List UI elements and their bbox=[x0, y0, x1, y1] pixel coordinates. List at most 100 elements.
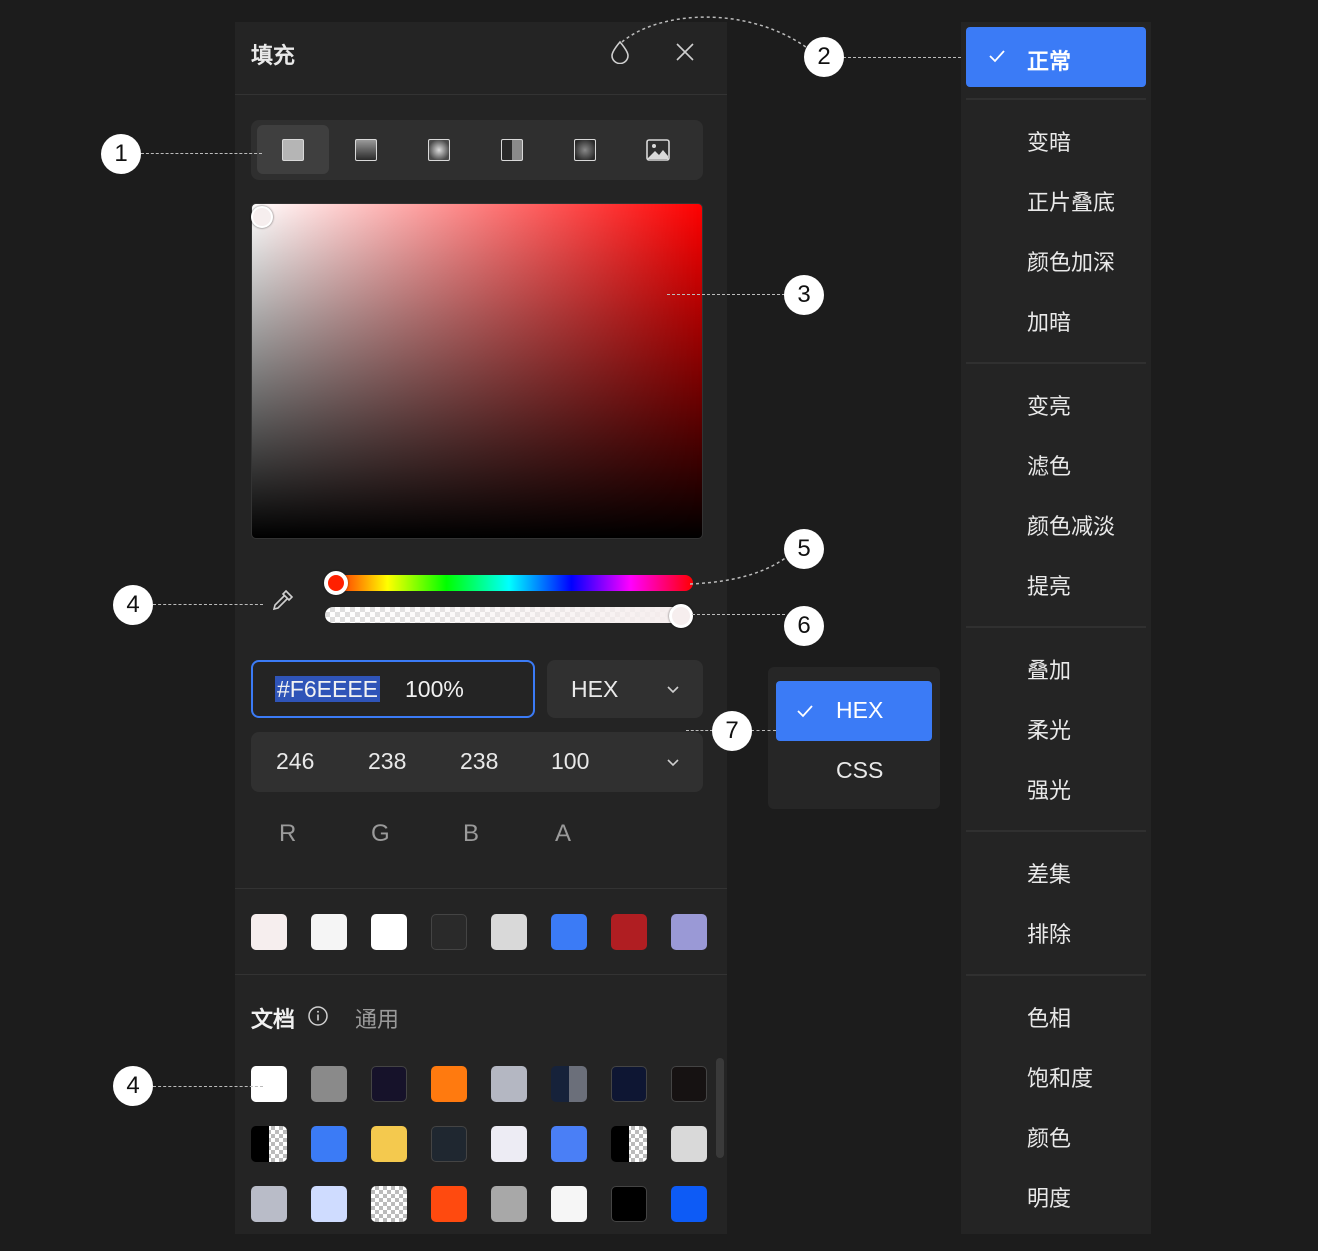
color-swatch[interactable] bbox=[491, 1126, 527, 1162]
color-swatch[interactable] bbox=[611, 1066, 647, 1102]
fill-type-linear[interactable] bbox=[330, 125, 402, 174]
fill-panel: 填充 #F6EEEE 100% HEX 246 238 238 100 R G … bbox=[235, 22, 727, 1234]
blend-mode-item[interactable]: 滤色 bbox=[1027, 449, 1071, 481]
hue-slider[interactable] bbox=[325, 575, 693, 591]
scrollbar[interactable] bbox=[716, 1058, 724, 1158]
color-swatch[interactable] bbox=[671, 914, 707, 950]
chevron-down-icon[interactable] bbox=[665, 754, 681, 770]
color-swatch[interactable] bbox=[671, 1066, 707, 1102]
alpha-label: A bbox=[555, 820, 572, 847]
callout-leader bbox=[667, 294, 785, 295]
green-label: G bbox=[371, 820, 390, 847]
alpha-channel-value[interactable]: 100 bbox=[551, 748, 589, 775]
format-item-css[interactable]: CSS bbox=[836, 757, 883, 784]
color-swatch[interactable] bbox=[491, 1066, 527, 1102]
color-swatch[interactable] bbox=[551, 914, 587, 950]
blue-value[interactable]: 238 bbox=[460, 748, 498, 775]
saturation-value-picker[interactable] bbox=[251, 203, 703, 539]
blend-mode-item[interactable]: 叠加 bbox=[1027, 653, 1071, 685]
color-swatch[interactable] bbox=[431, 1066, 467, 1102]
alpha-handle[interactable] bbox=[669, 604, 693, 628]
hex-input[interactable]: #F6EEEE 100% bbox=[251, 660, 535, 718]
eyedropper-icon[interactable] bbox=[269, 588, 295, 614]
color-swatch[interactable] bbox=[251, 1066, 287, 1102]
color-swatch[interactable] bbox=[371, 1126, 407, 1162]
menu-divider bbox=[966, 98, 1146, 100]
hex-value: #F6EEEE bbox=[275, 676, 380, 702]
color-swatch[interactable] bbox=[311, 1126, 347, 1162]
blend-mode-item[interactable]: 变亮 bbox=[1027, 389, 1071, 421]
red-label: R bbox=[279, 820, 297, 847]
color-swatch[interactable] bbox=[371, 1066, 407, 1102]
color-swatch[interactable] bbox=[431, 1126, 467, 1162]
fill-type-image[interactable] bbox=[622, 125, 694, 174]
color-swatch[interactable] bbox=[551, 1186, 587, 1222]
blend-mode-item[interactable]: 正片叠底 bbox=[1027, 185, 1115, 217]
color-swatch[interactable] bbox=[611, 914, 647, 950]
fill-type-radial[interactable] bbox=[403, 125, 475, 174]
blend-mode-item[interactable]: 颜色加深 bbox=[1027, 245, 1115, 277]
info-icon[interactable] bbox=[307, 1005, 329, 1027]
color-swatch[interactable] bbox=[311, 1066, 347, 1102]
color-swatch[interactable] bbox=[431, 914, 467, 950]
blend-item-selected[interactable]: 正常 bbox=[966, 27, 1146, 87]
fill-type-solid[interactable] bbox=[257, 125, 329, 174]
color-swatch[interactable] bbox=[611, 1126, 647, 1162]
divider bbox=[235, 94, 727, 95]
radial-gradient-icon bbox=[428, 138, 450, 161]
menu-divider bbox=[966, 362, 1146, 364]
callout-5: 5 bbox=[784, 529, 824, 569]
fill-type-angular[interactable] bbox=[476, 125, 548, 174]
color-swatch[interactable] bbox=[371, 914, 407, 950]
color-swatch[interactable] bbox=[671, 1126, 707, 1162]
tab-common[interactable]: 通用 bbox=[355, 1002, 399, 1034]
blue-label: B bbox=[463, 820, 480, 847]
color-swatch[interactable] bbox=[311, 914, 347, 950]
panel-title: 填充 bbox=[251, 43, 296, 68]
format-item-hex[interactable]: HEX bbox=[776, 681, 932, 741]
menu-divider bbox=[966, 626, 1146, 628]
sv-handle[interactable] bbox=[251, 206, 273, 228]
color-swatch[interactable] bbox=[551, 1126, 587, 1162]
callout-leader bbox=[686, 730, 713, 731]
color-swatch[interactable] bbox=[251, 1186, 287, 1222]
blend-mode-item[interactable]: 颜色 bbox=[1027, 1121, 1071, 1153]
color-swatch[interactable] bbox=[671, 1186, 707, 1222]
callout-leader bbox=[621, 16, 811, 51]
angular-gradient-icon bbox=[501, 138, 523, 161]
format-hex-label: HEX bbox=[836, 697, 884, 723]
blend-mode-item[interactable]: 柔光 bbox=[1027, 713, 1071, 745]
hue-handle[interactable] bbox=[324, 571, 348, 595]
red-value[interactable]: 246 bbox=[276, 748, 314, 775]
blend-mode-item[interactable]: 变暗 bbox=[1027, 125, 1071, 157]
blend-mode-item[interactable]: 加暗 bbox=[1027, 305, 1071, 337]
blend-mode-item[interactable]: 饱和度 bbox=[1027, 1061, 1093, 1093]
alpha-slider[interactable] bbox=[325, 607, 693, 623]
diamond-gradient-icon bbox=[574, 138, 596, 161]
green-value[interactable]: 238 bbox=[368, 748, 406, 775]
blend-mode-item[interactable]: 差集 bbox=[1027, 857, 1071, 889]
blend-mode-item[interactable]: 颜色减淡 bbox=[1027, 509, 1115, 541]
color-swatch[interactable] bbox=[491, 1186, 527, 1222]
color-swatch[interactable] bbox=[251, 914, 287, 950]
color-format-select[interactable]: HEX bbox=[547, 660, 703, 718]
color-swatch[interactable] bbox=[611, 1186, 647, 1222]
blend-mode-item[interactable]: 明度 bbox=[1027, 1181, 1071, 1213]
color-swatch[interactable] bbox=[251, 1126, 287, 1162]
callout-leader bbox=[153, 1086, 263, 1087]
blend-mode-item[interactable]: 色相 bbox=[1027, 1001, 1071, 1033]
color-swatch[interactable] bbox=[551, 1066, 587, 1102]
color-swatch[interactable] bbox=[491, 914, 527, 950]
callout-4: 4 bbox=[113, 1066, 153, 1106]
blend-mode-item[interactable]: 提亮 bbox=[1027, 569, 1071, 601]
format-menu: HEX CSS bbox=[768, 667, 940, 809]
tab-document[interactable]: 文档 bbox=[251, 1002, 295, 1034]
image-icon bbox=[646, 138, 670, 161]
color-swatch[interactable] bbox=[431, 1186, 467, 1222]
color-swatch[interactable] bbox=[311, 1186, 347, 1222]
color-swatch[interactable] bbox=[371, 1186, 407, 1222]
blend-mode-item[interactable]: 强光 bbox=[1027, 773, 1071, 805]
fill-type-diamond[interactable] bbox=[549, 125, 621, 174]
blend-mode-item[interactable]: 排除 bbox=[1027, 917, 1071, 949]
fill-type-bar bbox=[251, 120, 703, 180]
